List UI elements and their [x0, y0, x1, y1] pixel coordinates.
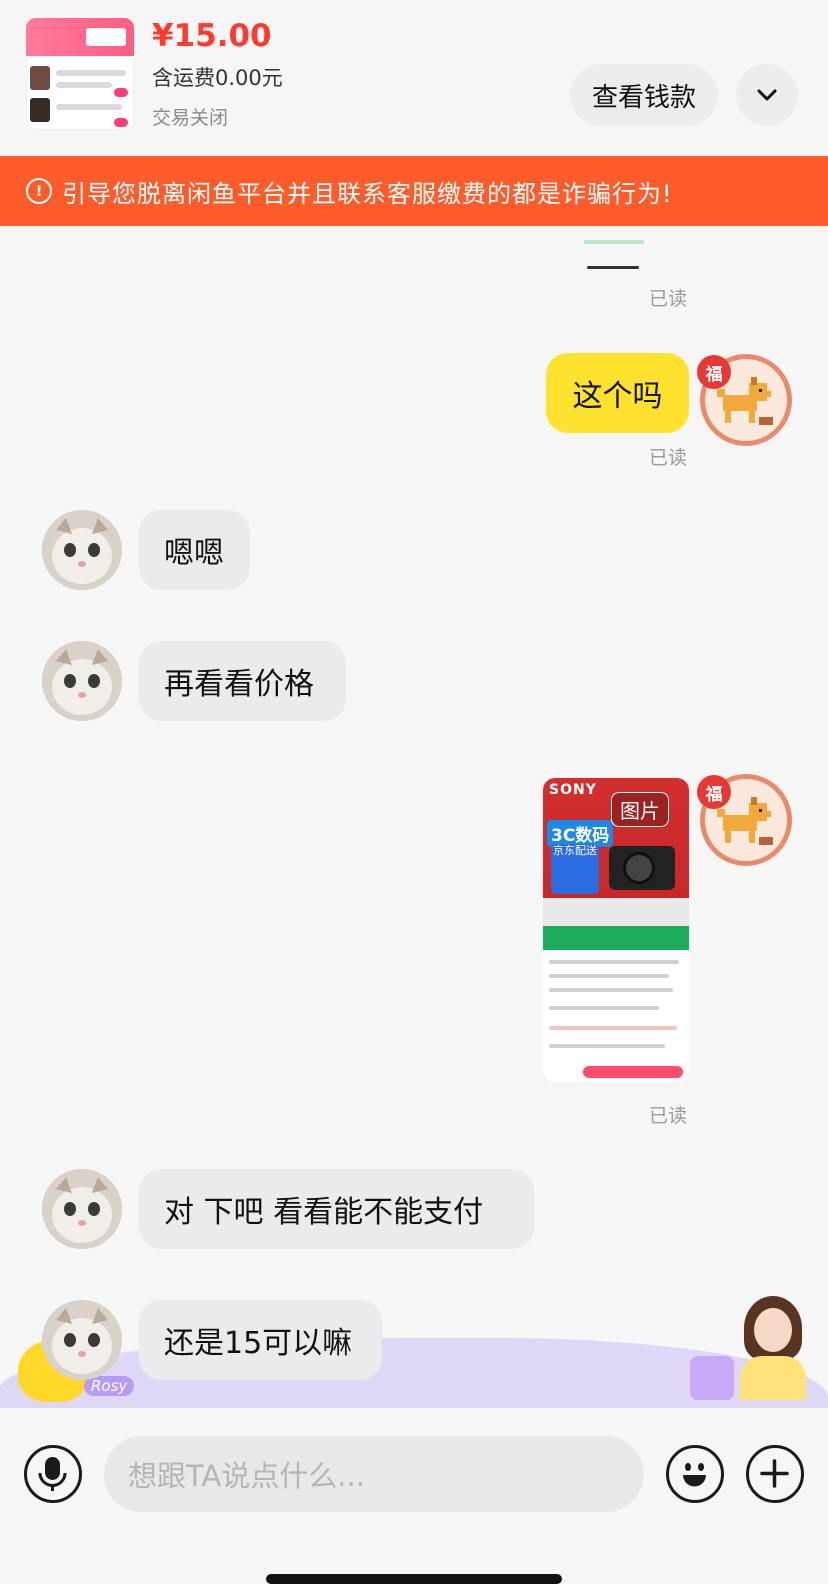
image-text-line	[549, 1006, 659, 1010]
expand-button[interactable]	[736, 64, 798, 126]
message-bubble-mine[interactable]: 这个吗	[546, 353, 689, 433]
thumbnail-pill	[114, 88, 128, 97]
image-text-line	[549, 974, 669, 978]
thumbnail-photo	[30, 98, 50, 122]
microphone-icon	[38, 1457, 67, 1491]
more-button[interactable]	[746, 1445, 804, 1503]
contact-avatar[interactable]	[42, 510, 122, 590]
image-buy-bar	[583, 1066, 683, 1078]
image-message[interactable]: SONY 3C数码 京东配送 图片	[543, 778, 689, 1082]
chat-area[interactable]: 已读 这个吗 福 已读 嗯嗯 再看看价格 SONY 3C数码 京东配送 图片 福…	[0, 226, 828, 1408]
cat-icon	[42, 1169, 122, 1249]
shipping-fee: 含运费0.00元	[152, 66, 283, 90]
my-avatar[interactable]: 福	[697, 774, 792, 866]
order-header: ¥15.00 含运费0.00元 交易关闭 查看钱款	[0, 0, 828, 156]
cat-icon	[42, 641, 122, 721]
image-section	[543, 898, 689, 926]
product-thumbnail[interactable]	[26, 18, 134, 130]
cat-icon	[42, 510, 122, 590]
read-receipt: 已读	[649, 288, 688, 310]
thumbnail-line	[56, 70, 126, 76]
message-bubble-contact[interactable]: 还是15可以嘛	[139, 1300, 382, 1380]
gift-icon	[690, 1356, 734, 1400]
thumbnail-pill	[114, 118, 128, 127]
view-payment-button[interactable]: 查看钱款	[570, 64, 718, 126]
voice-button[interactable]	[24, 1445, 82, 1503]
my-avatar[interactable]: 福	[697, 354, 792, 446]
contact-avatar[interactable]	[42, 1300, 122, 1380]
warning-icon: !	[26, 178, 52, 204]
message-bubble-contact[interactable]: 嗯嗯	[139, 510, 250, 590]
thumbnail-photo	[30, 66, 50, 90]
fraud-warning-banner: ! 引导您脱离闲鱼平台并且联系客服缴费的都是诈骗行为!	[0, 156, 828, 226]
promo-banner[interactable]: Rosy	[0, 1292, 828, 1408]
image-label: 图片	[611, 792, 669, 827]
read-receipt: 已读	[649, 1105, 688, 1127]
home-indicator[interactable]	[266, 1574, 562, 1584]
image-text-line	[549, 1044, 665, 1048]
promo-person	[740, 1296, 806, 1400]
cat-icon	[42, 1300, 122, 1380]
camera-lens	[623, 852, 655, 884]
image-text-line	[549, 1026, 677, 1030]
fortune-badge: 福	[697, 775, 731, 809]
image-text-line	[549, 960, 679, 964]
fortune-badge: 福	[697, 355, 731, 389]
image-brand: SONY	[549, 782, 597, 798]
contact-avatar[interactable]	[42, 641, 122, 721]
warning-text: 引导您脱离闲鱼平台并且联系客服缴费的都是诈骗行为!	[62, 179, 673, 208]
trade-status: 交易关闭	[152, 107, 229, 129]
image-price-strip	[543, 926, 689, 950]
banner-tag: Rosy	[84, 1376, 135, 1396]
thumbnail-line	[56, 82, 112, 88]
emoji-button[interactable]	[666, 1445, 724, 1503]
chevron-down-icon	[757, 89, 777, 101]
emoji-icon	[683, 1463, 706, 1487]
image-text-line	[549, 988, 673, 992]
message-input[interactable]: 想跟TA说点什么...	[104, 1436, 644, 1512]
thumbnail-line	[56, 104, 122, 110]
image-delivery-badge: 京东配送	[551, 844, 599, 894]
message-bubble-contact[interactable]: 再看看价格	[139, 641, 346, 721]
image-tag: 3C数码	[547, 820, 614, 847]
plus-icon	[760, 1459, 789, 1488]
previous-image-caption	[584, 240, 644, 244]
message-bubble-contact[interactable]: 对 下吧 看看能不能支付	[139, 1169, 534, 1249]
read-receipt: 已读	[649, 447, 688, 469]
thumbnail-banner	[26, 18, 134, 56]
previous-image-indicator	[587, 266, 639, 269]
contact-avatar[interactable]	[42, 1169, 122, 1249]
order-price: ¥15.00	[152, 18, 272, 54]
